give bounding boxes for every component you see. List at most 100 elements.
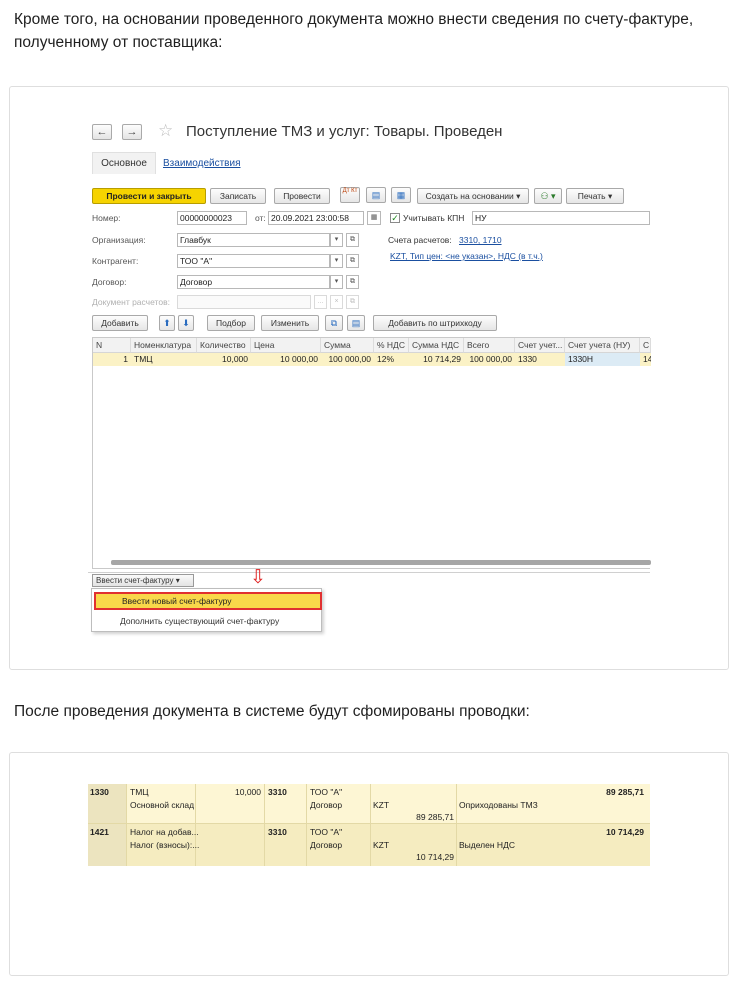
accounts-link[interactable]: 3310, 1710 [459, 235, 502, 245]
price-type-link[interactable]: KZT, Тип цен: <не указан>, НДС (в т.ч.) [390, 251, 543, 261]
column-header-total[interactable]: Всего [464, 338, 515, 353]
number-label: Номер: [92, 213, 121, 223]
contract-open-icon[interactable]: ⧉ [346, 275, 359, 289]
post-and-close-button[interactable]: Провести и закрыть [92, 188, 206, 204]
number-field[interactable]: 00000000023 [177, 211, 247, 225]
report-icon[interactable]: ▤ [366, 187, 386, 203]
column-header-vat-rate[interactable]: % НДС [374, 338, 409, 353]
kpn-label: Учитывать КПН [403, 213, 465, 223]
posting-amount: 89 285,71 [606, 787, 644, 797]
postings-table: 1330 ТМЦ Основной склад 10,000 3310 ТОО … [88, 784, 650, 866]
organization-open-icon[interactable]: ⧉ [346, 233, 359, 247]
column-header-nomenclature[interactable]: Номенклатура [131, 338, 197, 353]
posting-contractor: ТОО "А" [310, 827, 343, 837]
related-documents-icon[interactable]: ⚇ ▾ [534, 188, 562, 204]
create-based-on-button[interactable]: Создать на основании ▾ [417, 188, 529, 204]
row-cell-account: 1330 [518, 354, 537, 364]
column-header-quantity[interactable]: Количество [197, 338, 251, 353]
intro-paragraph: Кроме того, на основании проведенного до… [14, 11, 694, 51]
horizontal-scrollbar[interactable] [111, 560, 651, 565]
settlement-doc-label: Документ расчетов: [92, 297, 170, 307]
posting-corr-account: 3310 [268, 787, 287, 797]
tab-main[interactable]: Основное [92, 152, 156, 174]
date-field[interactable]: 20.09.2021 23:00:58 [268, 211, 364, 225]
posting-account: 1330 [90, 787, 109, 797]
posting-item: ТМЦ [130, 787, 149, 797]
settlement-clear-icon: × [330, 295, 343, 309]
posting-content: Оприходованы ТМЗ [459, 800, 538, 810]
column-header-more[interactable]: С [640, 338, 651, 353]
posting-currency-amount: 89 285,71 [416, 812, 454, 822]
column-header-account-nu[interactable]: Счет учета (НУ) [565, 338, 640, 353]
row-divider [88, 823, 650, 824]
settlement-open-icon: ⧉ [346, 295, 359, 309]
back-button[interactable]: ← [92, 124, 112, 140]
add-by-barcode-button[interactable]: Добавить по штрихкоду [373, 315, 497, 331]
column-header-account[interactable]: Счет учет... [515, 338, 565, 353]
tab-interactions[interactable]: Взаимодействия [163, 158, 241, 169]
posting-item-sub: Основной склад [130, 800, 195, 810]
contract-label: Договор: [92, 277, 127, 287]
print-form-icon[interactable]: ▦ [391, 187, 411, 203]
settlement-doc-field [177, 295, 311, 309]
row-cell-quantity: 10,000 [222, 354, 248, 364]
posting-currency: KZT [373, 840, 390, 850]
pick-button[interactable]: Подбор [207, 315, 255, 331]
contractor-dropdown-icon[interactable]: ▾ [330, 254, 343, 268]
contract-field[interactable]: Договор [177, 275, 330, 289]
row-cell-more: 14 [643, 354, 651, 364]
column-divider [126, 784, 127, 866]
column-divider [456, 784, 457, 866]
posting-item-sub: Налог (взносы):... [130, 840, 200, 850]
row-cell-n: 1 [123, 354, 128, 364]
organization-field[interactable]: Главбук [177, 233, 330, 247]
save-button[interactable]: Записать [210, 188, 266, 204]
kpn-checkbox[interactable]: ✓ [390, 213, 400, 223]
accounts-label: Счета расчетов: [388, 235, 452, 245]
posting-contract: Договор [310, 800, 343, 810]
posting-content: Выделен НДС [459, 840, 515, 850]
posting-corr-account: 3310 [268, 827, 287, 837]
contract-dropdown-icon[interactable]: ▾ [330, 275, 343, 289]
post-button[interactable]: Провести [274, 188, 330, 204]
kpn-field[interactable]: НУ [472, 211, 650, 225]
contractor-open-icon[interactable]: ⧉ [346, 254, 359, 268]
column-header-sum[interactable]: Сумма [321, 338, 374, 353]
date-label: от: [255, 213, 266, 223]
goods-table[interactable]: N Номенклатура Количество Цена Сумма % Н… [92, 337, 651, 569]
organization-dropdown-icon[interactable]: ▾ [330, 233, 343, 247]
move-down-icon[interactable]: ⬇ [178, 315, 194, 331]
contractor-field[interactable]: ТОО "А" [177, 254, 330, 268]
move-up-icon[interactable]: ⬆ [159, 315, 175, 331]
add-row-button[interactable]: Добавить [92, 315, 148, 331]
menu-item-new-invoice[interactable]: Ввести новый счет-фактуру [94, 592, 322, 610]
column-header-vat-sum[interactable]: Сумма НДС [409, 338, 464, 353]
copy-row-icon[interactable]: ⧉ [325, 315, 343, 331]
print-button[interactable]: Печать ▾ [566, 188, 624, 204]
row-cell-total: 100 000,00 [469, 354, 512, 364]
row-cell-nomenclature: ТМЦ [134, 354, 153, 364]
paste-row-icon[interactable]: ▤ [347, 315, 365, 331]
enter-invoice-dropdown[interactable]: Ввести счет-фактуру ▾ [92, 574, 194, 587]
posting-contract: Договор [310, 840, 343, 850]
posting-contractor: ТОО "А" [310, 787, 343, 797]
column-header-n[interactable]: N [93, 338, 131, 353]
dt-kt-icon[interactable]: Дт Кт [340, 187, 360, 203]
favorite-star-icon[interactable]: ☆ [158, 121, 173, 141]
row-cell-account-nu: 1330Н [565, 353, 640, 366]
column-divider [195, 784, 196, 866]
menu-item-append-invoice[interactable]: Дополнить существующий счет-фактуру [94, 613, 322, 629]
document-title: Поступление ТМЗ и услуг: Товары. Проведе… [186, 123, 503, 140]
change-button[interactable]: Изменить [261, 315, 319, 331]
organization-label: Организация: [92, 235, 146, 245]
posting-quantity: 10,000 [235, 787, 261, 797]
posting-account: 1421 [90, 827, 109, 837]
calendar-icon[interactable]: ▦ [367, 211, 381, 225]
posting-item: Налог на добав... [130, 827, 199, 837]
forward-button[interactable]: → [122, 124, 142, 140]
contractor-label: Контрагент: [92, 256, 139, 266]
column-header-price[interactable]: Цена [251, 338, 321, 353]
posting-amount: 10 714,29 [606, 827, 644, 837]
row-cell-price: 10 000,00 [280, 354, 318, 364]
postings-paragraph: После проведения документа в системе буд… [14, 703, 530, 720]
